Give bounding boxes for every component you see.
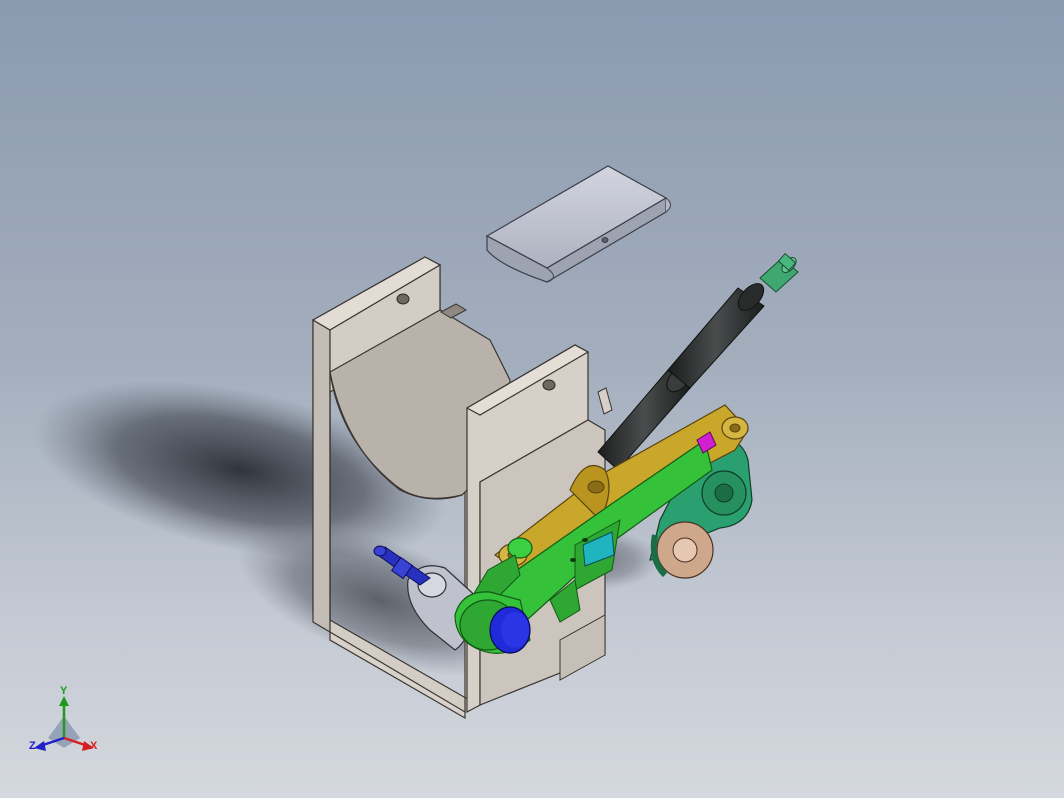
axis-label-y: Y [60,685,68,697]
axis-triad [34,696,94,751]
blue-pin [489,606,531,654]
axis-label-z: Z [29,740,36,752]
cad-assembly-scene[interactable] [0,0,1064,798]
lid-plate[interactable] [485,165,671,283]
axis-label-x: X [90,740,98,752]
cad-viewport[interactable]: Y X Z [0,0,1064,798]
